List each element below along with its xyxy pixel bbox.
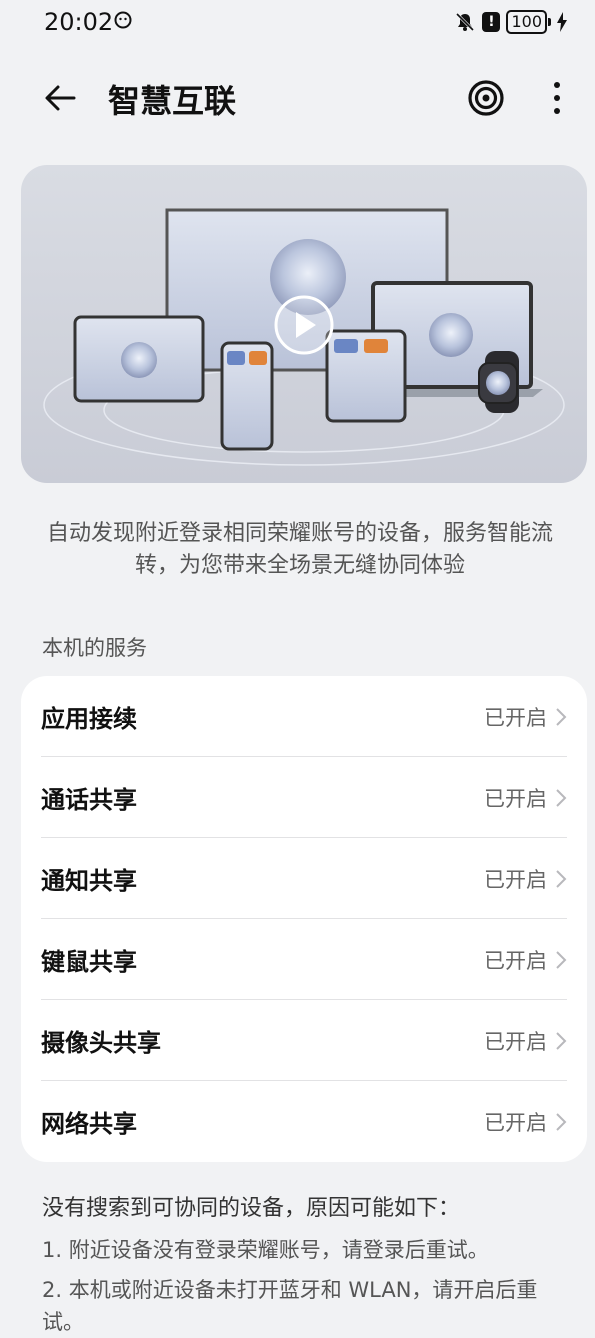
status-time: 20:02 <box>44 8 114 36</box>
chevron-right-icon <box>556 950 567 969</box>
service-state: 已开启 <box>484 948 547 973</box>
service-row-keyboard-mouse-sharing[interactable]: 键鼠共享 已开启 <box>41 919 567 1000</box>
page-title: 智慧互联 <box>108 82 237 120</box>
feature-description: 自动发现附近登录相同荣耀账号的设备，服务智能流转，为您带来全场景无缝协同体验 <box>46 521 553 578</box>
service-row-network-sharing[interactable]: 网络共享 已开启 <box>41 1081 567 1162</box>
service-row-call-sharing[interactable]: 通话共享 已开启 <box>41 757 567 838</box>
service-state: 已开启 <box>484 786 547 811</box>
chevron-right-icon <box>556 788 567 807</box>
service-row-app-continuity[interactable]: 应用接续 已开启 <box>41 676 567 757</box>
chevron-right-icon <box>556 1031 567 1050</box>
service-name: 通话共享 <box>41 786 137 814</box>
chevron-right-icon <box>556 1112 567 1131</box>
service-name: 摄像头共享 <box>41 1029 161 1057</box>
status-bar: 20:02 ! 100 <box>0 0 595 44</box>
service-row-camera-sharing[interactable]: 摄像头共享 已开启 <box>41 1000 567 1081</box>
app-bar: 智慧互联 <box>0 70 595 126</box>
radar-target-icon[interactable] <box>464 76 508 120</box>
note-item: 2. 本机或附近设备未打开蓝牙和 WLAN，请开启后重试。 <box>42 1278 538 1334</box>
chevron-right-icon <box>556 869 567 888</box>
chevron-right-icon <box>556 707 567 726</box>
section-title-local-services: 本机的服务 <box>42 636 147 660</box>
service-name: 网络共享 <box>41 1110 137 1138</box>
service-row-notification-sharing[interactable]: 通知共享 已开启 <box>41 838 567 919</box>
devices-banner-video[interactable] <box>21 165 587 483</box>
smiley-status-icon <box>114 11 132 29</box>
more-options-icon[interactable] <box>542 76 572 120</box>
battery-icon: 100 <box>506 10 551 34</box>
service-state: 已开启 <box>484 867 547 892</box>
devices-illustration <box>43 208 565 466</box>
service-state: 已开启 <box>484 1029 547 1054</box>
note-item: 1. 附近设备没有登录荣耀账号，请登录后重试。 <box>42 1238 489 1262</box>
bell-muted-icon <box>456 12 475 32</box>
no-device-title: 没有搜索到可协同的设备，原因可能如下： <box>42 1196 461 1221</box>
alert-icon: ! <box>482 12 501 32</box>
charging-icon <box>557 12 567 32</box>
service-name: 通知共享 <box>41 867 137 895</box>
services-card: 应用接续 已开启 通话共享 已开启 通知共享 已开启 键鼠共享 已开启 摄像头共… <box>21 676 587 1162</box>
service-name: 应用接续 <box>41 705 137 733</box>
back-arrow-icon[interactable] <box>40 78 80 118</box>
service-name: 键鼠共享 <box>41 948 137 976</box>
service-state: 已开启 <box>484 1110 547 1135</box>
service-state: 已开启 <box>484 705 547 730</box>
